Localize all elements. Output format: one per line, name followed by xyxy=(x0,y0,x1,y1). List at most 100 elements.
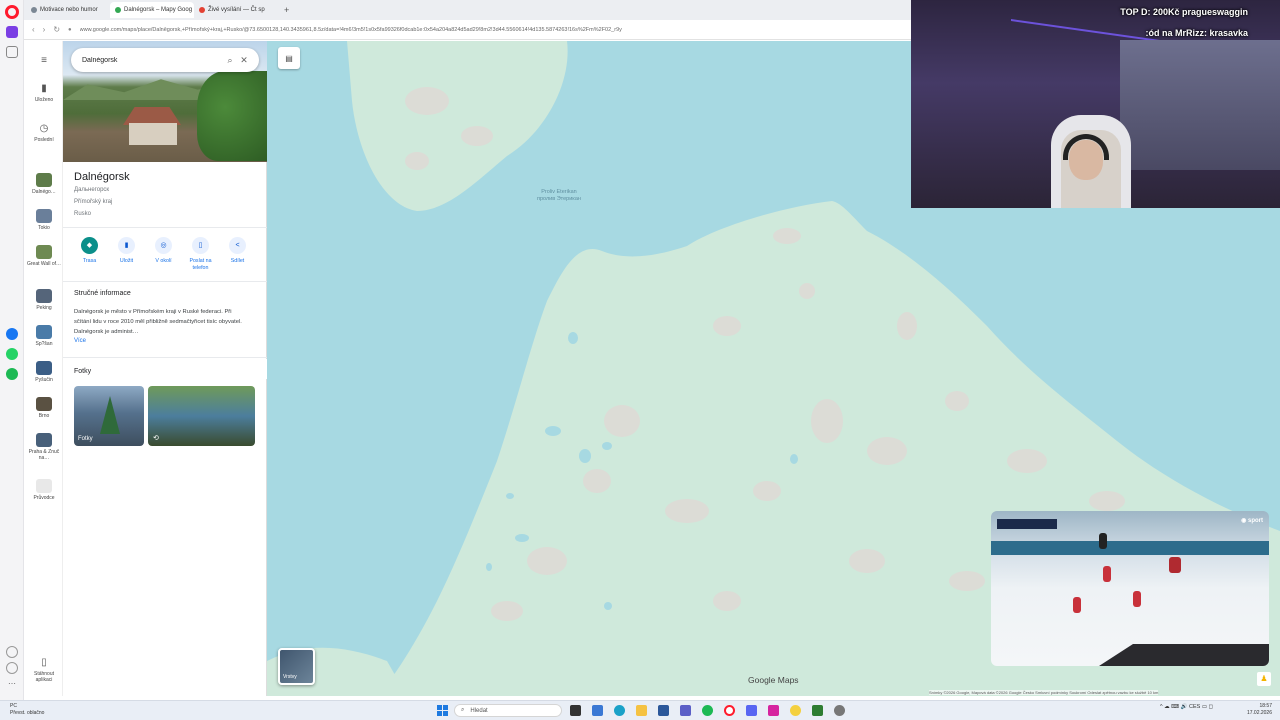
maps-rail: ≡ ▮ Uloženo ◷ Poslední Dalnégo… Tokio Gr… xyxy=(25,41,63,696)
street-view-icon: ⟲ xyxy=(153,435,159,442)
history-icon: ◷ xyxy=(39,123,49,134)
rail-item-label: Poslední xyxy=(34,137,54,143)
place-panel: ⌕ ✕ Dalnégorsk Дальнегорск Přímořský kra… xyxy=(63,41,267,696)
search-icon[interactable]: ⌕ xyxy=(223,55,237,66)
close-icon[interactable]: ✕ xyxy=(237,55,251,66)
photos-heading: Fotky xyxy=(74,368,92,375)
rail-item-recent-place[interactable]: Brno xyxy=(25,397,63,419)
download-app-button[interactable]: ▯ Stáhnout aplikaci xyxy=(25,657,63,683)
rail-item-recent-place[interactable]: Peking xyxy=(25,289,63,311)
map-attribution[interactable]: Snímky ©2026 Google, Mapová data ©2026 G… xyxy=(929,690,1159,695)
address-bar: ‹ › ↻ ● www.google.com/maps/place/Dalněg… xyxy=(24,20,911,40)
task-view-icon[interactable] xyxy=(570,705,581,716)
more-icon[interactable]: ⋯ xyxy=(6,680,18,692)
rail-item-recent-place[interactable]: Pyšučin xyxy=(25,361,63,383)
app-icon[interactable] xyxy=(812,705,823,716)
tab-ct-sport[interactable]: Živé vysílání — Čt sp xyxy=(194,2,278,18)
rail-item-recent-place[interactable]: Praha & Znuč na… xyxy=(25,433,63,461)
place-thumbnail xyxy=(36,173,52,187)
clock[interactable]: 18:57 17.02.2026 xyxy=(1240,703,1272,717)
heart-icon[interactable] xyxy=(6,646,18,658)
save-button[interactable]: ▮ Uložit xyxy=(108,237,145,272)
place-native-name: Дальнегорск xyxy=(74,187,110,193)
hockey-player xyxy=(1133,591,1141,607)
place-thumbnail xyxy=(36,209,52,223)
app-icon[interactable] xyxy=(592,705,603,716)
map-type-toggle[interactable]: ▤ xyxy=(278,47,300,69)
instagram-icon[interactable] xyxy=(768,705,779,716)
hockey-player xyxy=(1103,566,1111,582)
pegman-icon[interactable]: ♟ xyxy=(1257,672,1271,686)
new-tab-icon[interactable]: + xyxy=(278,5,295,15)
place-thumbnail xyxy=(36,433,52,447)
ct-sport-logo: ◉ sport xyxy=(1241,518,1263,524)
back-icon[interactable]: ‹ xyxy=(32,25,35,34)
layers-button[interactable]: Vrstvy xyxy=(278,648,315,685)
taskbar-search[interactable]: ⌕ Hledat xyxy=(454,704,562,717)
divider xyxy=(63,227,267,228)
history-icon[interactable] xyxy=(6,662,18,674)
store-icon[interactable] xyxy=(658,705,669,716)
share-button[interactable]: < Sdílet xyxy=(219,237,256,272)
more-link[interactable]: Více xyxy=(74,338,86,344)
place-thumbnail xyxy=(36,325,52,339)
settings-icon[interactable] xyxy=(834,705,845,716)
tab-maps[interactable]: Dalnégorsk – Mapy Goog xyxy=(110,2,194,18)
opera-logo-icon[interactable] xyxy=(5,5,19,19)
rail-item-recent-place[interactable]: Tokio xyxy=(25,209,63,231)
speed-dial-icon[interactable] xyxy=(6,46,18,58)
opera-icon[interactable] xyxy=(724,705,735,716)
street-view-thumbnail[interactable]: ⟲ xyxy=(148,386,255,446)
edge-icon[interactable] xyxy=(614,705,625,716)
spotify-icon[interactable] xyxy=(702,705,713,716)
send-to-phone-button[interactable]: ▯ Poslat na telefon xyxy=(182,237,219,272)
download-app-label: Stáhnout aplikaci xyxy=(33,671,55,683)
search-input[interactable] xyxy=(82,56,223,64)
hockey-stream-overlay: ◉ sport xyxy=(991,511,1269,666)
aria-icon[interactable] xyxy=(6,26,18,38)
summary-heading: Stručné informace xyxy=(74,290,131,297)
nearby-button[interactable]: ◎ V okolí xyxy=(145,237,182,272)
rail-item-recent-place[interactable]: Great Wall of… xyxy=(25,245,63,267)
tab-motivace[interactable]: Motivace nebo humor xyxy=(26,2,110,18)
photo-label: Fotky xyxy=(78,436,93,442)
rail-item-saved[interactable]: ▮ Uloženo xyxy=(25,83,63,103)
action-label: Sdílet xyxy=(230,258,245,264)
forward-icon[interactable]: › xyxy=(43,25,46,34)
menu-button[interactable]: ≡ xyxy=(25,55,63,69)
rail-item-label: Peking xyxy=(36,305,52,311)
weather-widget[interactable]: PC Převst. oblačno xyxy=(10,703,44,717)
teams-icon[interactable] xyxy=(680,705,691,716)
share-icon: < xyxy=(229,237,246,254)
divider xyxy=(63,357,267,358)
rail-item-recent-place[interactable]: Sp?šan xyxy=(25,325,63,347)
rail-item-guide[interactable]: Průvodce xyxy=(25,479,63,501)
goalie xyxy=(1169,557,1181,573)
nearby-icon: ◎ xyxy=(155,237,172,254)
rail-item-recent-place[interactable]: Dalnégo… xyxy=(25,173,63,195)
rail-item-recent[interactable]: ◷ Poslední xyxy=(25,123,63,143)
rail-item-label: Sp?šan xyxy=(35,341,53,347)
donation-message-text: :ód na MrRizz: krasavka xyxy=(1145,28,1248,38)
spotify-icon[interactable] xyxy=(6,368,18,380)
browser-sidebar: ⋯ xyxy=(0,0,24,700)
photo-thumbnail[interactable]: Fotky xyxy=(74,386,144,446)
system-tray[interactable]: ^ ☁ ⌨ 🔊 CES ▭ ◻ xyxy=(1160,704,1213,710)
messenger-icon[interactable] xyxy=(6,328,18,340)
app-icon[interactable] xyxy=(790,705,801,716)
north-landmass xyxy=(347,41,568,211)
layers-label: Vrstvy xyxy=(283,674,297,680)
whatsapp-icon[interactable] xyxy=(6,348,18,360)
directions-button[interactable]: ◆ Trasa xyxy=(71,237,108,272)
start-icon[interactable] xyxy=(437,705,448,716)
file-explorer-icon[interactable] xyxy=(636,705,647,716)
discord-icon[interactable] xyxy=(746,705,757,716)
url-field[interactable]: www.google.com/maps/place/Dalněgorsk,+Př… xyxy=(80,27,720,33)
search-icon: ⌕ xyxy=(461,707,465,713)
bench-area xyxy=(1099,644,1269,666)
tab-label: Motivace nebo humor xyxy=(40,7,98,13)
action-label: Trasa xyxy=(82,258,97,264)
reload-icon[interactable]: ↻ xyxy=(53,25,60,34)
summary-text: Dalnégorsk je město v Přímořském kraji v… xyxy=(74,309,242,335)
taskbar: PC Převst. oblačno ⌕ Hledat ^ ☁ ⌨ 🔊 CES … xyxy=(0,700,1280,720)
